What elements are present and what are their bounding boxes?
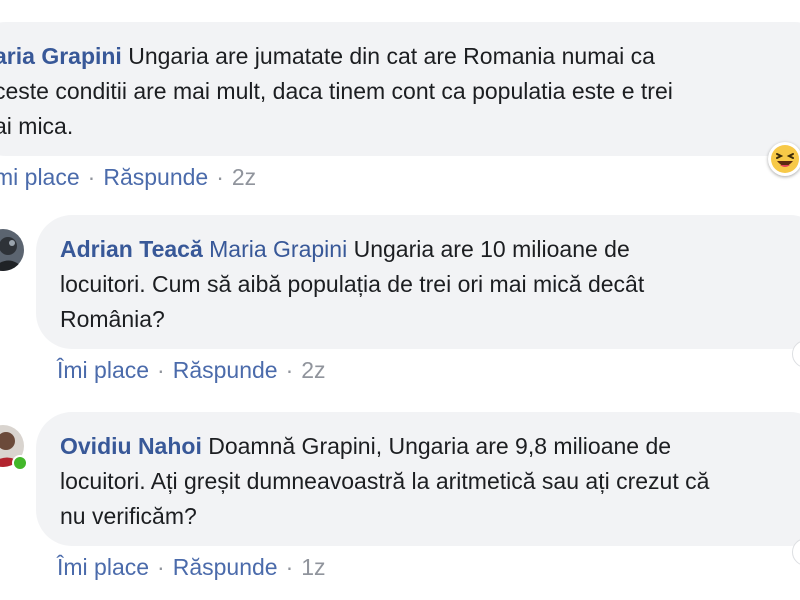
avatar-adrian[interactable]: [0, 229, 24, 271]
comment-bubble-2: Adrian Teacă Maria Grapini Ungaria are 1…: [36, 215, 800, 349]
comment-2-reply-link[interactable]: Răspunde: [173, 357, 278, 383]
comment-1-text-line-3: ai mica.: [0, 113, 74, 139]
comment-bubble-3: Ovidiu Nahoi Doamnă Grapini, Ungaria are…: [36, 412, 800, 546]
comment-2-text-line-2: locuitori. Cum să aibă populația de trei…: [60, 271, 645, 297]
comment-1-line-1: aria Grapini Ungaria are jumatate din ca…: [0, 39, 800, 74]
separator-dot: ·: [216, 164, 224, 190]
comment-3-timestamp[interactable]: 1z: [301, 554, 325, 580]
comment-1-like-link[interactable]: mi place: [0, 164, 80, 190]
comment-1-text-line-1: Ungaria are jumatate din cat are Romania…: [128, 43, 655, 69]
comment-1-timestamp[interactable]: 2z: [232, 164, 256, 190]
comment-bubble-1: aria Grapini Ungaria are jumatate din ca…: [0, 22, 800, 156]
comment-3-reply-link[interactable]: Răspunde: [173, 554, 278, 580]
comment-3-text-line-3: nu verificăm?: [60, 503, 197, 529]
comment-3-like-link[interactable]: Îmi place: [57, 554, 149, 580]
separator-dot: ·: [285, 357, 294, 383]
separator-dot: ·: [157, 357, 165, 383]
comment-2-line-1: Adrian Teacă Maria Grapini Ungaria are 1…: [60, 232, 800, 267]
comment-1-reply-link[interactable]: Răspunde: [103, 164, 208, 190]
online-status-icon: [12, 455, 28, 471]
avatar-adrian-image: [0, 229, 24, 271]
comment-1-actions: mi place · Răspunde · 2z: [0, 164, 256, 191]
comment-3-text-line-2: locuitori. Ați greșit dumneavoastră la a…: [60, 468, 710, 494]
comment-1-text-line-2: ceste conditii are mai mult, daca tinem …: [0, 78, 673, 104]
separator-dot: ·: [157, 554, 165, 580]
comment-3-text-line-1: Doamnă Grapini, Ungaria are 9,8 milioane…: [208, 433, 672, 459]
comment-2-timestamp[interactable]: 2z: [301, 357, 325, 383]
comment-2-actions: Îmi place · Răspunde · 2z: [57, 357, 326, 384]
separator-dot: ·: [285, 554, 294, 580]
comment-2-mention[interactable]: Maria Grapini: [209, 236, 347, 262]
comment-2-like-link[interactable]: Îmi place: [57, 357, 149, 383]
comment-3-actions: Îmi place · Răspunde · 1z: [57, 554, 326, 581]
comment-3-author[interactable]: Ovidiu Nahoi: [60, 433, 202, 459]
comment-2-author[interactable]: Adrian Teacă: [60, 236, 203, 262]
comment-2-text-line-3: România?: [60, 306, 165, 332]
comment-3-line-1: Ovidiu Nahoi Doamnă Grapini, Ungaria are…: [60, 429, 800, 464]
haha-reaction-icon[interactable]: [768, 142, 800, 176]
separator-dot: ·: [87, 164, 96, 190]
comment-2-text-line-1: Ungaria are 10 milioane de: [353, 236, 630, 262]
haha-emoji-icon: [771, 145, 799, 173]
comment-1-author[interactable]: aria Grapini: [0, 43, 122, 69]
